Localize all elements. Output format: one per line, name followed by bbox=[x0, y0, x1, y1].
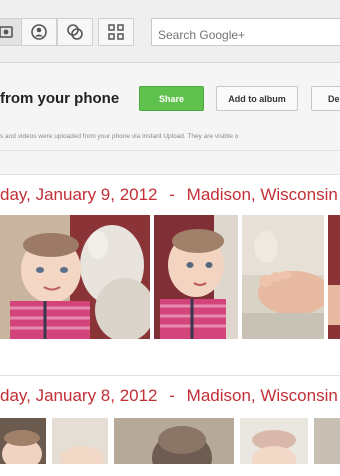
photos-icon bbox=[0, 26, 13, 38]
photo-thumbnail[interactable] bbox=[240, 418, 308, 464]
photo-thumbnail[interactable] bbox=[0, 418, 46, 464]
date-group-header: day, January 8, 2012 - Madison, Wisconsi… bbox=[0, 386, 338, 406]
profile-icon bbox=[31, 24, 47, 40]
share-button[interactable]: Share bbox=[139, 86, 204, 111]
main-content: from your phone Share Add to album De s … bbox=[0, 63, 340, 476]
top-nav-bar bbox=[0, 0, 340, 63]
more-actions-button[interactable]: De bbox=[311, 86, 340, 111]
group-separator: - bbox=[169, 185, 175, 204]
date-group-header: day, January 9, 2012 - Madison, Wisconsi… bbox=[0, 185, 338, 205]
circles-nav-button[interactable] bbox=[57, 18, 93, 46]
circles-icon bbox=[67, 24, 83, 40]
group-separator: - bbox=[169, 386, 175, 405]
add-to-album-button[interactable]: Add to album bbox=[216, 86, 298, 111]
group-date: day, January 8, 2012 bbox=[0, 386, 158, 405]
apps-nav-button[interactable] bbox=[98, 18, 134, 46]
page-title: from your phone bbox=[0, 90, 120, 107]
date-group: day, January 8, 2012 - Madison, Wisconsi… bbox=[0, 375, 340, 476]
apps-grid-icon bbox=[108, 24, 124, 40]
photo-thumbnail[interactable] bbox=[328, 215, 340, 339]
group-location: Madison, Wisconsin bbox=[186, 386, 338, 405]
group-date: day, January 9, 2012 bbox=[0, 185, 158, 204]
instant-upload-info-text: s and videos were uploaded from your pho… bbox=[0, 133, 239, 140]
group-location: Madison, Wisconsin bbox=[186, 185, 338, 204]
photo-thumbnail[interactable] bbox=[242, 215, 324, 339]
photo-thumbnail[interactable] bbox=[52, 418, 108, 464]
photo-thumbnail[interactable] bbox=[314, 418, 340, 464]
photo-thumbnail[interactable] bbox=[114, 418, 234, 464]
photo-thumbnail[interactable] bbox=[0, 215, 150, 339]
photo-thumbnail[interactable] bbox=[154, 215, 238, 339]
divider bbox=[0, 150, 340, 151]
search-input[interactable] bbox=[151, 18, 340, 46]
profile-nav-button[interactable] bbox=[21, 18, 57, 46]
